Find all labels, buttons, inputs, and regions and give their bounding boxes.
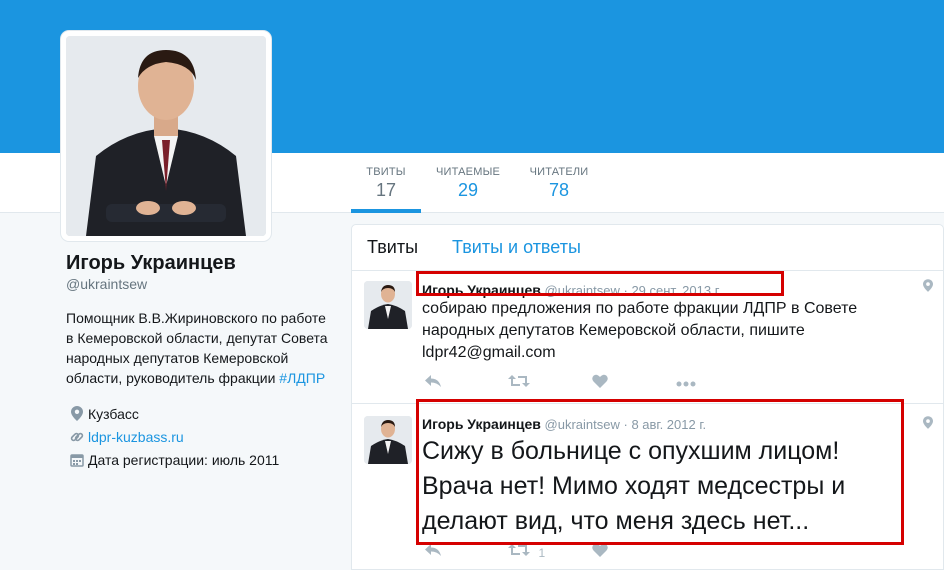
stat-following[interactable]: ЧИТАЕМЫЕ 29 bbox=[432, 153, 504, 213]
calendar-icon bbox=[66, 453, 88, 467]
profile-avatar-photo bbox=[66, 36, 266, 236]
more-icon[interactable] bbox=[676, 374, 760, 393]
retweet-icon[interactable] bbox=[508, 374, 592, 393]
profile-joined: Дата регистрации: июль 2011 bbox=[88, 451, 280, 468]
stat-tweets-label: ТВИТЫ bbox=[366, 166, 406, 178]
profile-website-row: ldpr-kuzbass.ru bbox=[66, 425, 346, 448]
profile-name[interactable]: Игорь Украинцев bbox=[66, 252, 346, 275]
stat-following-label: ЧИТАЕМЫЕ bbox=[435, 166, 501, 178]
tab-tweets[interactable]: Твиты bbox=[367, 237, 418, 258]
retweet-count: 1 bbox=[538, 546, 546, 560]
profile-location: Кузбасс bbox=[88, 405, 139, 422]
map-pin-icon[interactable] bbox=[923, 279, 933, 295]
profile-handle[interactable]: @ukraintsew bbox=[66, 276, 346, 292]
heart-icon[interactable] bbox=[592, 543, 676, 562]
reply-icon[interactable] bbox=[424, 374, 508, 393]
tweet-text: собираю предложения по работе фракции ЛД… bbox=[422, 300, 858, 361]
stat-tweets[interactable]: ТВИТЫ 17 bbox=[351, 153, 421, 213]
timeline-tabs: Твиты Твиты и ответы bbox=[352, 225, 943, 271]
tweet-avatar[interactable] bbox=[364, 416, 412, 464]
stat-followers-label: ЧИТАТЕЛИ bbox=[529, 166, 589, 178]
reply-icon[interactable] bbox=[424, 543, 508, 562]
link-icon bbox=[66, 430, 88, 444]
bio-hashtag-link[interactable]: #ЛДПР bbox=[279, 370, 325, 386]
profile-joined-row: Дата регистрации: июль 2011 bbox=[66, 448, 346, 471]
stat-followers[interactable]: ЧИТАТЕЛИ 78 bbox=[525, 153, 593, 213]
map-pin-icon[interactable] bbox=[923, 416, 933, 432]
profile-card: Игорь Украинцев @ukraintsew Помощник В.В… bbox=[66, 252, 346, 471]
profile-website-link[interactable]: ldpr-kuzbass.ru bbox=[88, 429, 184, 445]
highlight-box-tweet-text bbox=[416, 399, 904, 545]
profile-location-row: Кузбасс bbox=[66, 402, 346, 425]
stat-tweets-value: 17 bbox=[375, 180, 397, 200]
highlight-box-tweet-header bbox=[416, 271, 784, 296]
profile-meta: Кузбасс ldpr-kuzbass.ru Дата регистрации… bbox=[66, 402, 346, 471]
stat-following-value: 29 bbox=[457, 180, 479, 200]
tweet-actions: 1 bbox=[424, 543, 676, 562]
retweet-icon[interactable]: 1 bbox=[508, 543, 592, 562]
profile-avatar[interactable] bbox=[61, 31, 271, 241]
stat-followers-value: 78 bbox=[548, 180, 570, 200]
profile-bio: Помощник В.В.Жириновского по работе в Ке… bbox=[66, 308, 328, 388]
tab-tweets-and-replies[interactable]: Твиты и ответы bbox=[452, 237, 581, 258]
tweet-avatar[interactable] bbox=[364, 281, 412, 329]
map-pin-icon bbox=[66, 406, 88, 421]
tweet-actions bbox=[424, 374, 760, 393]
heart-icon[interactable] bbox=[592, 374, 676, 393]
